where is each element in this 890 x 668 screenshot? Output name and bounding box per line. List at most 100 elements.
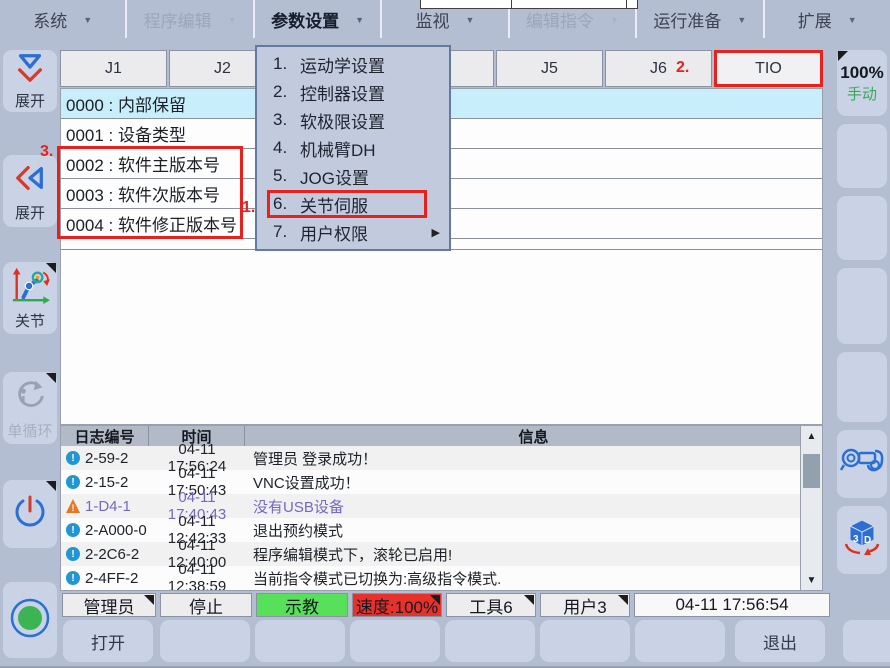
dropdown-item-6[interactable]: 6.关节伺服 — [257, 190, 449, 218]
dropdown-item-box: 3.软极限设置 — [267, 106, 427, 134]
status-停止[interactable]: 停止 — [160, 593, 252, 617]
chevron-down-icon: ▼ — [610, 13, 619, 25]
log-id: 2-59-2 — [85, 450, 128, 467]
soft-key-empty[interactable] — [635, 620, 725, 662]
status-工具6[interactable]: 工具6 — [446, 593, 536, 617]
tab-j1[interactable]: J1 — [60, 50, 167, 87]
dropdown-item-label: 机械臂DH — [300, 136, 376, 161]
dropdown-item-label: 用户权限 — [300, 220, 368, 245]
log-col-info: 信息 — [245, 426, 822, 446]
dropdown-item-number: 4. — [270, 138, 300, 158]
right-rail-button-4[interactable] — [837, 352, 887, 422]
log-cell-id: !2-59-2 — [61, 450, 149, 467]
expand-left-button[interactable]: 展开 — [3, 155, 57, 227]
right-rail-button-partial[interactable] — [843, 620, 890, 662]
record-enable-button[interactable] — [3, 582, 57, 658]
info-icon: ! — [66, 475, 80, 489]
dropdown-item-number: 3. — [270, 110, 300, 130]
view-3d-button[interactable]: 3 D — [837, 506, 887, 574]
info-icon: ! — [66, 571, 80, 585]
dropdown-item-5[interactable]: 5.JOG设置 — [257, 162, 449, 190]
dropdown-item-number: 2. — [270, 82, 300, 102]
expand-down-label: 展开 — [15, 90, 45, 111]
menu-扩展[interactable]: 扩展 ▼ — [765, 0, 890, 38]
menu-参数设置[interactable]: 参数设置▼ — [255, 0, 382, 38]
scroll-up-icon[interactable]: ▲ — [801, 428, 822, 444]
log-id: 2-4FF-2 — [85, 570, 138, 587]
power-button[interactable] — [3, 480, 57, 548]
status-用户3[interactable]: 用户3 — [540, 593, 630, 617]
speed-mode-button[interactable]: 100% 手动 — [837, 50, 887, 116]
log-id: 1-D4-1 — [85, 498, 131, 515]
joint-mode-label: 关节 — [15, 310, 45, 331]
cube-3d-icon: 3 D — [840, 517, 884, 564]
tab-j6[interactable]: J6 — [605, 50, 712, 87]
status-速度:100%[interactable]: 速度:100% — [352, 593, 442, 617]
dropdown-item-3[interactable]: 3.软极限设置 — [257, 106, 449, 134]
open-button[interactable]: 打开 — [63, 620, 153, 662]
status-管理员[interactable]: 管理员 — [62, 593, 156, 617]
dropdown-item-box: 7.用户权限 — [267, 218, 427, 246]
menu-label: 监视 — [416, 7, 450, 32]
soft-key-empty[interactable] — [255, 620, 345, 662]
controller-button[interactable] — [837, 430, 887, 498]
status-datetime: 04-11 17:56:54 — [634, 593, 830, 617]
menu-运行准备[interactable]: 运行准备▼ — [637, 0, 764, 38]
log-message: 退出预约模式 — [245, 520, 800, 541]
soft-key-empty[interactable] — [540, 620, 630, 662]
chevron-down-icon: ▼ — [737, 13, 746, 25]
scroll-thumb[interactable] — [803, 454, 820, 488]
chevron-down-icon: ▼ — [848, 13, 857, 25]
soft-key-empty[interactable] — [160, 620, 250, 662]
scroll-down-icon[interactable]: ▼ — [801, 572, 822, 588]
dropdown-item-box: 6.关节伺服 — [267, 190, 427, 218]
dropdown-item-label: 运动学设置 — [300, 52, 385, 77]
right-rail-button-3[interactable] — [837, 268, 887, 344]
info-icon: ! — [66, 523, 80, 537]
tab-tio[interactable]: TIO — [714, 50, 823, 87]
info-icon: ! — [66, 547, 80, 561]
log-rows: !2-59-204-11 17:56:24管理员 登录成功！!2-15-204-… — [61, 446, 800, 591]
dropdown-item-label: 关节伺服 — [300, 192, 368, 217]
expand-down-button[interactable]: 展开 — [3, 50, 57, 112]
dropdown-item-1[interactable]: 1.运动学设置 — [257, 50, 449, 78]
chevron-down-icon: ▼ — [228, 13, 237, 25]
chevron-down-icon: ▼ — [466, 13, 475, 25]
exit-button[interactable]: 退出 — [735, 620, 825, 662]
log-cell-id: !2-2C6-2 — [61, 546, 149, 563]
svg-text:D: D — [864, 535, 871, 546]
dropdown-item-box: 5.JOG设置 — [267, 162, 427, 190]
dropdown-item-box: 1.运动学设置 — [267, 50, 427, 78]
menu-label: 扩展 — [798, 7, 832, 32]
teach-pendant-screen: 系统▼程序编辑▼参数设置▼监视▼编辑指令▼运行准备▼扩展▼ J1J2J3J4J5… — [0, 0, 890, 668]
soft-key-empty[interactable] — [350, 620, 440, 662]
right-rail-button-1[interactable] — [837, 124, 887, 188]
dropdown-item-box: 4.机械臂DH — [267, 134, 427, 162]
game-controller-icon — [839, 442, 885, 487]
log-row[interactable]: !2-4FF-204-11 12:38:59当前指令模式已切换为:高级指令模式. — [61, 566, 800, 590]
menu-label: 参数设置 — [271, 7, 339, 32]
fragment-divider — [626, 0, 627, 8]
log-row[interactable]: !新建文件 — [61, 590, 800, 591]
status-示教[interactable]: 示教 — [256, 593, 348, 617]
submenu-arrow-icon: ▶ — [432, 226, 440, 239]
dropdown-item-2[interactable]: 2.控制器设置 — [257, 78, 449, 106]
tab-j5[interactable]: J5 — [496, 50, 603, 87]
warning-icon: ! — [66, 499, 80, 513]
dropdown-item-4[interactable]: 4.机械臂DH — [257, 134, 449, 162]
log-panel: 日志编号 时间 信息 !2-59-204-11 17:56:24管理员 登录成功… — [60, 425, 823, 591]
fragment-divider — [511, 0, 512, 8]
power-icon — [10, 492, 50, 537]
single-cycle-button[interactable]: 单循环 — [3, 372, 57, 444]
log-scrollbar[interactable]: ▲ ▼ — [800, 426, 822, 590]
soft-key-empty[interactable] — [445, 620, 535, 662]
menu-程序编辑[interactable]: 程序编辑▼ — [127, 0, 254, 38]
mode-value: 手动 — [847, 83, 877, 104]
dropdown-item-label: 控制器设置 — [300, 80, 385, 105]
dropdown-item-7[interactable]: 7.用户权限 ▶ — [257, 218, 449, 246]
menu-系统[interactable]: 系统▼ — [0, 0, 127, 38]
chevron-down-icon: ▼ — [83, 13, 92, 25]
joint-mode-button[interactable]: 关节 — [3, 262, 57, 334]
right-rail-button-2[interactable] — [837, 196, 887, 260]
window-fragment — [420, 0, 638, 9]
